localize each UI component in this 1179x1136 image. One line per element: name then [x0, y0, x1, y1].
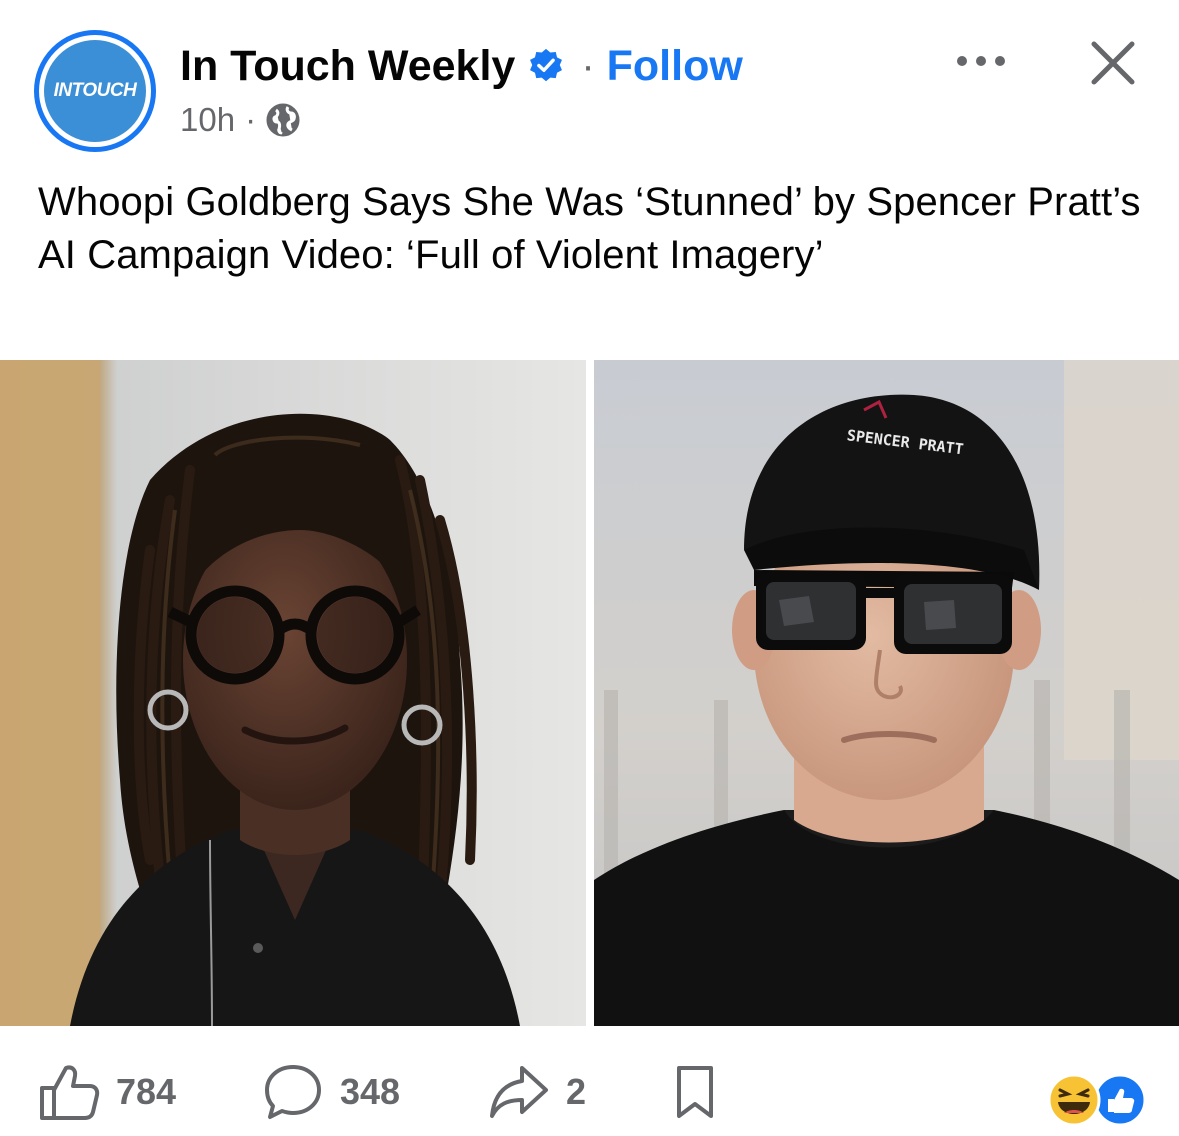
like-button[interactable]: 784: [38, 1062, 176, 1122]
more-options-icon[interactable]: [950, 46, 1012, 76]
verified-badge-icon: [530, 48, 563, 82]
comment-bubble-icon: [265, 1065, 321, 1119]
follow-button[interactable]: Follow: [607, 42, 743, 91]
post-actions-bar: 784 348 2: [0, 1052, 1179, 1132]
post-card: INTOUCH In Touch Weekly · Follow 10h · W…: [0, 0, 1179, 1136]
share-button[interactable]: 2: [488, 1062, 586, 1122]
whoopi-goldberg-photo: [0, 360, 586, 1026]
logo-text: INTOUCH: [53, 80, 137, 101]
haha-reaction-icon: [1047, 1073, 1101, 1127]
spencer-pratt-photo: SPENCER PRATT: [594, 360, 1179, 1026]
thumbs-up-icon: [40, 1065, 100, 1120]
comment-button[interactable]: 348: [262, 1062, 400, 1122]
share-count: 2: [566, 1071, 587, 1112]
post-image[interactable]: SPENCER PRATT: [0, 360, 1179, 1026]
header-separator: ·: [581, 43, 595, 88]
like-reaction-icon: [1093, 1073, 1147, 1127]
post-caption: Whoopi Goldberg Says She Was ‘Stunned’ b…: [38, 180, 1141, 277]
page-name-link[interactable]: In Touch Weekly: [180, 42, 515, 91]
post-header-title: In Touch Weekly · Follow: [180, 38, 743, 94]
post-meta: 10h ·: [180, 98, 300, 142]
bookmark-icon: [677, 1066, 713, 1118]
close-icon[interactable]: [1088, 38, 1138, 88]
intouch-logo: INTOUCH: [44, 40, 146, 142]
comment-count: 348: [340, 1071, 401, 1112]
post-timestamp[interactable]: 10h: [180, 101, 235, 139]
meta-separator: ·: [245, 101, 257, 138]
page-avatar[interactable]: INTOUCH: [34, 30, 156, 152]
save-button[interactable]: [672, 1062, 718, 1122]
share-arrow-icon: [490, 1066, 548, 1118]
reactions-summary[interactable]: [1044, 1072, 1148, 1128]
like-count: 784: [116, 1071, 177, 1112]
globe-icon[interactable]: [266, 103, 300, 137]
